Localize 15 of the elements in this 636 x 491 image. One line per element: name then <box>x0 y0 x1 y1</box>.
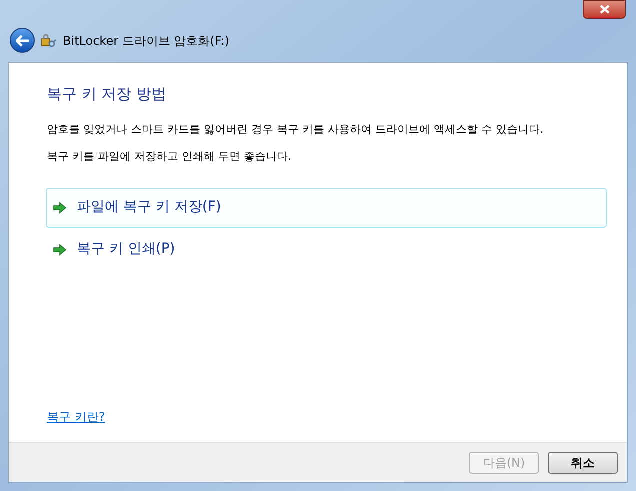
description-text: 암호를 잊었거나 스마트 카드를 잃어버린 경우 복구 키를 사용하여 드라이브에 액세스할 수 있습니다. <box>47 122 544 138</box>
back-button[interactable] <box>10 28 35 53</box>
close-button[interactable] <box>583 0 626 19</box>
window-title: BitLocker 드라이브 암호화(F:) <box>63 32 230 50</box>
command-link[interactable]: 복구 키 인쇄(P) <box>46 230 607 270</box>
back-arrow-icon <box>16 34 30 46</box>
arrow-icon <box>53 202 67 214</box>
help-link[interactable]: 복구 키란? <box>47 408 106 426</box>
arrow-icon <box>53 244 67 256</box>
lock-key-icon <box>41 32 57 48</box>
cancel-button[interactable]: 취소 <box>548 452 618 474</box>
close-icon <box>600 5 610 14</box>
command-link[interactable]: 파일에 복구 키 저장(F) <box>46 188 607 228</box>
description-text: 복구 키를 파일에 저장하고 인쇄해 두면 좋습니다. <box>47 149 292 165</box>
page-heading: 복구 키 저장 방법 <box>47 84 168 105</box>
